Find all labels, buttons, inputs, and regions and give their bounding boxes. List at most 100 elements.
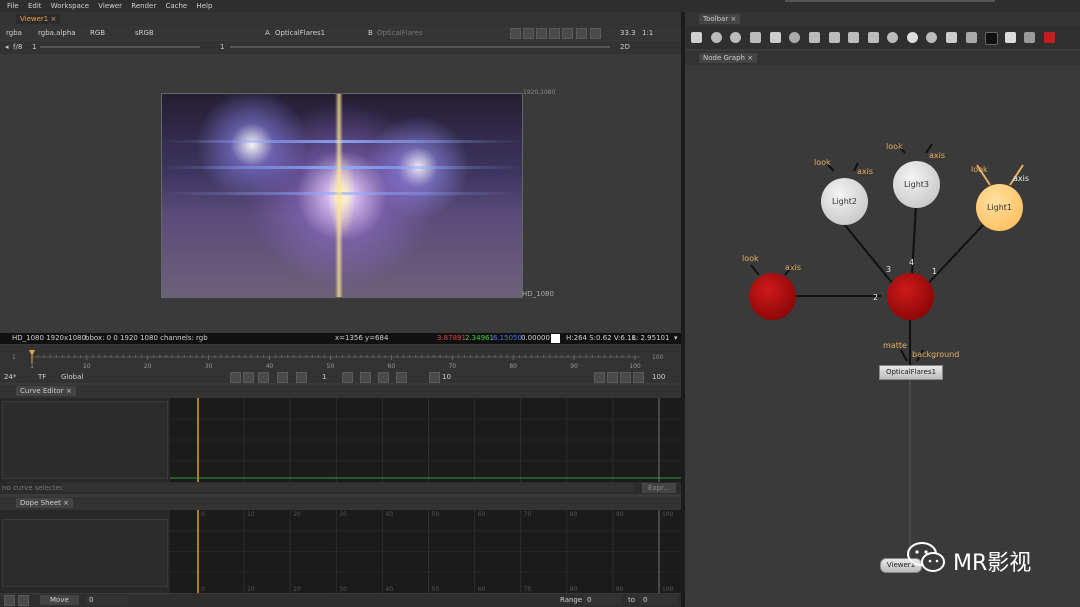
to-label: to bbox=[628, 596, 636, 604]
tf-select[interactable]: TF bbox=[38, 372, 46, 382]
pause-icon[interactable] bbox=[590, 28, 601, 39]
expr-button[interactable]: Expr... bbox=[642, 483, 676, 493]
curve-editor-tree[interactable] bbox=[0, 398, 170, 482]
image-icon[interactable] bbox=[691, 32, 702, 43]
transform-icon[interactable] bbox=[848, 32, 859, 43]
node-light2[interactable]: Light2 bbox=[821, 178, 868, 225]
tab-node-graph[interactable]: Node Graph × bbox=[699, 53, 758, 63]
range-icon[interactable] bbox=[633, 372, 644, 383]
step-field[interactable]: 10 bbox=[442, 372, 451, 382]
roi-icon[interactable] bbox=[510, 28, 521, 39]
prev-frame-icon[interactable] bbox=[296, 372, 307, 383]
move-button[interactable]: Move bbox=[40, 595, 79, 605]
plugin-icon[interactable] bbox=[1024, 32, 1035, 43]
draw-icon[interactable] bbox=[711, 32, 722, 43]
menu-file[interactable]: File bbox=[7, 0, 19, 12]
lut-select[interactable]: sRGB bbox=[135, 28, 154, 38]
watermark-text: MR影视 bbox=[953, 551, 1032, 576]
info-hsv: H:264 S:0.62 V:6.18 bbox=[566, 334, 636, 342]
dope-filter-icon[interactable] bbox=[18, 595, 29, 606]
move-field[interactable]: 0 bbox=[86, 595, 127, 605]
menu-viewer[interactable]: Viewer bbox=[98, 0, 122, 12]
lock-icon[interactable] bbox=[549, 28, 560, 39]
fps-select[interactable]: 24* bbox=[4, 372, 16, 382]
menu-render[interactable]: Render bbox=[131, 0, 156, 12]
gamma-slider[interactable] bbox=[230, 46, 610, 48]
next-frame-icon[interactable] bbox=[360, 372, 371, 383]
node-opticalflares[interactable]: OpticalFlares1 bbox=[879, 365, 943, 380]
timeline-tick-label: 10 bbox=[83, 363, 91, 370]
format-label-bottom: HD_1080 bbox=[522, 290, 554, 298]
in-point-icon[interactable] bbox=[230, 372, 241, 383]
channel-icon[interactable] bbox=[750, 32, 761, 43]
dope-sheet-graph[interactable]: 0 0 10 10 20 20 30 30 40 40 50 50 60 60 70 70 80 80 90 90 10… bbox=[170, 510, 681, 593]
filter-icon[interactable] bbox=[789, 32, 800, 43]
step-icon[interactable] bbox=[429, 372, 440, 383]
merge-icon[interactable] bbox=[829, 32, 840, 43]
input-b-select[interactable]: OpticalFlares bbox=[377, 28, 423, 38]
first-frame-icon[interactable] bbox=[243, 372, 254, 383]
play-icon[interactable]: ◂ bbox=[5, 42, 9, 52]
range-from-field[interactable]: 0 bbox=[584, 595, 622, 605]
colorspace-select[interactable]: RGB bbox=[90, 28, 105, 38]
view-mode-select[interactable]: 2D bbox=[620, 42, 630, 52]
other-icon[interactable] bbox=[1005, 32, 1016, 43]
prev-key-icon[interactable] bbox=[258, 372, 269, 383]
next-increment-icon[interactable] bbox=[378, 372, 389, 383]
dope-tick-label: 90 bbox=[616, 586, 624, 593]
channels-select[interactable]: rgba bbox=[6, 28, 22, 38]
last-frame-icon[interactable] bbox=[396, 372, 407, 383]
mask-icon[interactable] bbox=[562, 28, 573, 39]
node-camera[interactable] bbox=[749, 273, 796, 320]
clip-icon[interactable] bbox=[523, 28, 534, 39]
tab-curve-editor[interactable]: Curve Editor × bbox=[16, 386, 76, 396]
curve-expression-field[interactable] bbox=[62, 483, 634, 492]
end-frame-field[interactable]: 100 bbox=[652, 372, 665, 382]
keyer-icon[interactable] bbox=[809, 32, 820, 43]
menu-help[interactable]: Help bbox=[196, 0, 212, 12]
input-b-label: B bbox=[368, 29, 373, 37]
time-icon[interactable] bbox=[730, 32, 741, 43]
alpha-select[interactable]: rgba.alpha bbox=[38, 28, 76, 38]
input-a-select[interactable]: OpticalFlares1 bbox=[275, 28, 325, 38]
gain-slider[interactable] bbox=[40, 46, 200, 48]
menu-workspace[interactable]: Workspace bbox=[51, 0, 89, 12]
views-icon[interactable] bbox=[926, 32, 937, 43]
particles-icon[interactable] bbox=[887, 32, 898, 43]
prev-increment-icon[interactable] bbox=[277, 372, 288, 383]
current-frame-field[interactable]: 1 bbox=[322, 372, 326, 382]
node-light1[interactable]: Light1 bbox=[976, 184, 1023, 231]
menu-cache[interactable]: Cache bbox=[165, 0, 187, 12]
toolsets-icon[interactable] bbox=[966, 32, 977, 43]
ratio-select[interactable]: 1:1 bbox=[642, 28, 653, 38]
refresh-icon[interactable] bbox=[576, 28, 587, 39]
overlay-icon[interactable] bbox=[536, 28, 547, 39]
node-scene[interactable] bbox=[887, 273, 934, 320]
3d-icon[interactable] bbox=[868, 32, 879, 43]
tab-viewer1[interactable]: Viewer1 × bbox=[16, 14, 61, 24]
tab-toolbar[interactable]: Toolbar × bbox=[699, 14, 741, 24]
global-select[interactable]: Global bbox=[61, 372, 83, 382]
color-icon[interactable] bbox=[770, 32, 781, 43]
curve-editor-graph[interactable] bbox=[170, 398, 681, 482]
node-light3[interactable]: Light3 bbox=[893, 161, 940, 208]
videocopilot-icon[interactable] bbox=[1044, 32, 1055, 43]
lock-range-icon[interactable] bbox=[620, 372, 631, 383]
deep-icon[interactable] bbox=[907, 32, 918, 43]
info-menu-icon[interactable]: ▾ bbox=[674, 333, 678, 344]
dope-sheet-tree[interactable] bbox=[0, 510, 170, 593]
menu-edit[interactable]: Edit bbox=[28, 0, 42, 12]
metadata-icon[interactable] bbox=[946, 32, 957, 43]
tab-dope-sheet[interactable]: Dope Sheet × bbox=[16, 498, 73, 508]
cache-icon[interactable] bbox=[594, 372, 605, 383]
play-forward-icon[interactable] bbox=[342, 372, 353, 383]
dope-tick-label: 20 bbox=[293, 511, 301, 518]
zoom-select[interactable]: 33.3 bbox=[620, 28, 636, 38]
dope-settings-icon[interactable] bbox=[4, 595, 15, 606]
proxy-icon[interactable] bbox=[607, 372, 618, 383]
gamma-field[interactable]: 1 bbox=[220, 42, 224, 52]
furnace-icon[interactable] bbox=[985, 32, 998, 45]
timeline-ruler[interactable]: 1 10 20 30 40 50 60 70 80 90 100 bbox=[0, 350, 681, 372]
gain-field[interactable]: 1 bbox=[32, 42, 36, 52]
range-to-field[interactable]: 0 bbox=[640, 595, 678, 605]
